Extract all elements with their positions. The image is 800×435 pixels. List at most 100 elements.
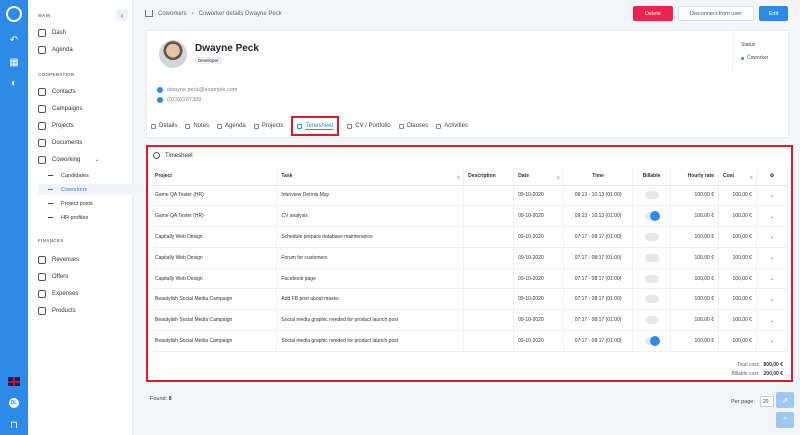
table-row: Beautylish Social Media Campaign Social m… — [151, 309, 789, 332]
email-icon — [157, 87, 163, 93]
sidebar-item-offers[interactable]: Offers — [38, 271, 68, 282]
cell-hourly-rate: 100,00 € — [670, 226, 719, 248]
disconnect-button[interactable]: Disconnect from user — [678, 6, 754, 21]
cell-hourly-rate: 100,00 € — [670, 205, 719, 228]
billable-toggle[interactable] — [644, 232, 659, 241]
announce-icon[interactable]: ◐ — [7, 76, 21, 90]
sidebar-item-products[interactable]: Products — [38, 305, 76, 316]
sidebar-sub-hr-profiles[interactable]: HR profiles — [38, 212, 150, 223]
tab-agenda[interactable]: Agenda — [217, 123, 246, 129]
col-project[interactable]: Project — [151, 168, 278, 186]
sidebar-item-dash[interactable]: Dash — [38, 27, 66, 38]
chevron-down-icon[interactable]: ⌄ — [769, 193, 774, 199]
home-icon[interactable] — [145, 10, 153, 17]
col-settings[interactable]: ⚙ — [756, 168, 789, 186]
col-task[interactable]: Task ⇅ — [276, 168, 465, 186]
billable-cost: Billable cost: 200,00 € — [731, 371, 783, 377]
breadcrumb-coworkers[interactable]: Coworkers — [158, 11, 187, 17]
sidebar-item-documents[interactable]: Documents — [38, 137, 82, 148]
cell-project: Capitally Web Design — [151, 247, 278, 269]
sidebar-sub-candidates[interactable]: Candidates — [38, 170, 150, 181]
chevron-down-icon[interactable]: ⌄ — [769, 318, 774, 324]
cell-hourly-rate: 100,00 € — [670, 288, 719, 311]
cell-description — [463, 247, 515, 269]
cell-task: Social media graphic needed for product … — [276, 309, 465, 332]
billable-toggle[interactable] — [644, 211, 660, 222]
cell-cost: 100,00 € — [718, 185, 757, 207]
campaigns-icon — [38, 104, 46, 113]
chevron-down-icon[interactable]: ⌄ — [769, 255, 774, 261]
sidebar-item-agenda[interactable]: Agenda — [38, 44, 73, 55]
sidebar-item-projects[interactable]: Projects — [38, 120, 74, 131]
tab-details[interactable]: Details — [151, 123, 177, 129]
per-page-select[interactable]: 20 — [759, 396, 774, 407]
tab-timesheet[interactable]: Timesheet — [291, 116, 340, 136]
sidebar-collapse-button[interactable]: ‹ — [116, 9, 128, 21]
col-hourly-rate[interactable]: Hourly rate — [670, 168, 719, 186]
chevron-down-icon[interactable]: ⌄ — [769, 276, 774, 282]
cell-project: Capitally Web Design — [151, 268, 278, 290]
cell-description — [463, 288, 515, 311]
table-row: Beautylish Social Media Campaign Add FB p… — [151, 288, 789, 311]
chevron-down-icon[interactable]: ⌄ — [769, 234, 774, 240]
table-header-row: Project Task ⇅ Description Date ⇅ Time Bil… — [151, 168, 789, 186]
table-row: Game QA Tester (HR) CV analysis 09-10-2020… — [151, 205, 789, 228]
grid-icon[interactable]: ▦ — [7, 55, 21, 69]
col-billable[interactable]: Billable — [632, 168, 672, 186]
sidebar-sub-project-posts[interactable]: Project posts — [38, 198, 150, 209]
cell-date: 09-10-2020 — [513, 288, 565, 311]
phone-contact[interactable]: (023)2287389 — [157, 97, 201, 103]
lock-icon[interactable]: ⊓ — [7, 418, 21, 432]
chevron-down-icon[interactable]: ⌄ — [769, 214, 774, 220]
back-arrow-icon[interactable]: ↶ — [7, 33, 21, 47]
sidebar-item-contacts[interactable]: Contacts — [38, 86, 76, 97]
timesheet-icon — [297, 123, 303, 129]
export-icon[interactable]: ⇗ — [776, 392, 794, 408]
scroll-top-icon[interactable]: ⌃ — [776, 412, 794, 428]
sidebar-item-revenues[interactable]: Revenues — [38, 254, 79, 265]
billable-toggle[interactable] — [644, 191, 659, 200]
col-time[interactable]: Time — [563, 168, 634, 186]
cell-project: Game QA Tester (HR) — [151, 205, 278, 228]
tab-activities[interactable]: Activities — [436, 123, 468, 129]
cell-billable — [632, 205, 672, 228]
tab-cv-portfolio[interactable]: CV / Portfolio — [347, 123, 391, 129]
status-label: Status — [741, 42, 756, 48]
info-icon — [151, 123, 156, 129]
edit-button[interactable]: Edit — [759, 6, 788, 21]
billable-toggle[interactable] — [644, 295, 659, 304]
cell-description — [463, 309, 515, 332]
tab-clauses[interactable]: Clauses — [398, 123, 428, 129]
sidebar-item-coworking[interactable]: Coworking ⌄ — [38, 154, 99, 165]
calendar-icon — [38, 45, 46, 54]
col-cost[interactable]: Cost ⇅ — [718, 168, 757, 186]
sidebar-item-expenses[interactable]: Expenses — [38, 288, 78, 299]
app-logo-icon[interactable] — [6, 6, 22, 22]
timesheet-table: Project Task ⇅ Description Date ⇅ Time Bil… — [151, 168, 789, 352]
role-badge: Developer — [195, 57, 222, 64]
uk-flag-icon[interactable] — [8, 377, 20, 386]
email-contact[interactable]: dwayne.peck@example.com — [157, 87, 237, 93]
billable-toggle[interactable] — [644, 253, 659, 262]
tab-projects[interactable]: Projects — [253, 123, 283, 129]
sidebar-sub-coworkers[interactable]: Coworkers — [38, 184, 150, 195]
billable-toggle[interactable] — [644, 274, 659, 283]
chevron-down-icon[interactable]: ⌄ — [769, 338, 774, 344]
col-date[interactable]: Date ⇅ — [513, 168, 565, 186]
cell-description — [463, 330, 515, 352]
billable-toggle[interactable] — [644, 316, 659, 325]
user-avatar[interactable]: DL — [9, 398, 19, 408]
cell-project: Capitally Web Design — [151, 226, 278, 248]
billable-toggle[interactable] — [644, 335, 660, 346]
profile-card: Dwayne Peck Developer dwayne.peck@exampl… — [146, 30, 789, 138]
sidebar-item-campaigns[interactable]: Campaigns — [38, 103, 82, 114]
cell-time: 07:17 - 08:17 (01:00) — [563, 309, 634, 332]
delete-button[interactable]: Delete — [633, 6, 673, 21]
cell-billable — [632, 185, 672, 207]
chevron-down-icon[interactable]: ⌄ — [769, 297, 774, 303]
tab-notes[interactable]: Notes — [185, 123, 209, 129]
col-description[interactable]: Description — [463, 168, 515, 186]
profile-name: Dwayne Peck — [195, 43, 259, 54]
gear-icon[interactable]: ⚙ — [770, 173, 774, 179]
projects-icon — [253, 123, 259, 129]
